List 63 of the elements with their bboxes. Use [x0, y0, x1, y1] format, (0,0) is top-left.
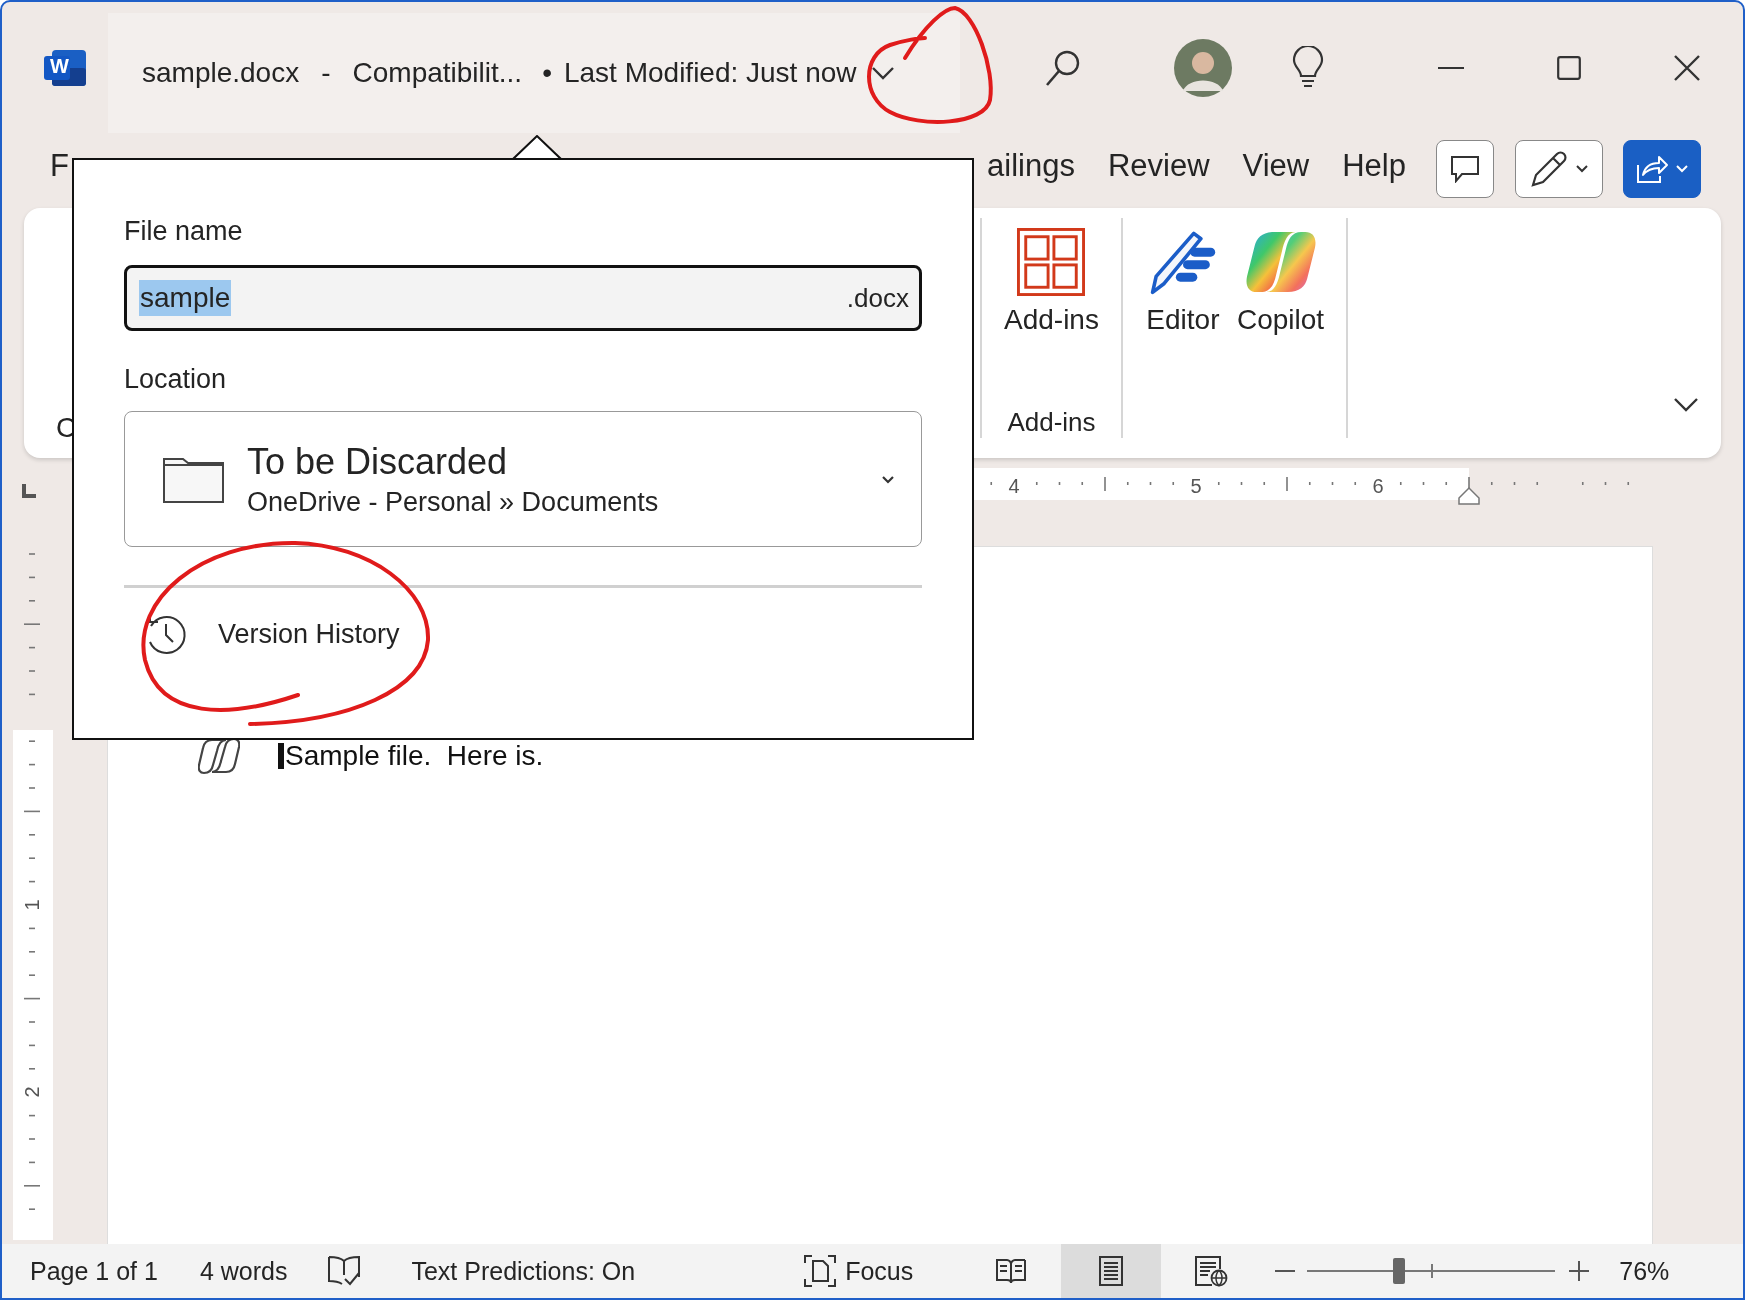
print-view-button[interactable] — [1061, 1244, 1162, 1298]
ribbon-command[interactable]: Editor — [1144, 218, 1221, 336]
indent-marker[interactable] — [1458, 486, 1480, 505]
field-label: File name — [124, 216, 244, 247]
maximize-icon[interactable] — [1557, 55, 1581, 80]
ruler-number: 1 — [21, 899, 43, 911]
pencil-icon — [1529, 149, 1569, 189]
book-icon — [995, 1257, 1028, 1285]
zoom-in-icon[interactable] — [1569, 1261, 1590, 1281]
title-separator: - — [321, 56, 331, 89]
grid-icon — [1016, 228, 1087, 296]
document-text: Sample file. Here is. — [285, 740, 544, 772]
field-label: Location — [124, 364, 228, 395]
focus-button[interactable]: Focus — [803, 1254, 914, 1288]
ribbon-tab[interactable]: F — [50, 147, 69, 191]
slider-thumb[interactable] — [1393, 1258, 1405, 1284]
location-dropdown[interactable]: To be Discarded OneDrive - Personal » Documents — [124, 411, 922, 547]
version-history-button[interactable]: Version History — [124, 612, 400, 656]
chevron-down-icon — [881, 474, 895, 484]
last-modified: Last Modified: Just now — [563, 56, 857, 89]
title-bullet: • — [542, 56, 552, 89]
page-count[interactable]: Page 1 of 1 — [30, 1256, 158, 1286]
word-count[interactable]: 4 words — [199, 1256, 288, 1286]
chevron-down-icon[interactable] — [870, 65, 895, 80]
ribbon-tab[interactable]: ailings — [987, 147, 1075, 191]
close-icon[interactable] — [1674, 54, 1700, 81]
ruler-number: 6 — [1372, 475, 1384, 497]
word-logo-icon — [42, 47, 88, 88]
avatar-icon[interactable] — [1174, 38, 1232, 97]
zoom-slider[interactable] — [1307, 1256, 1556, 1286]
ribbon-group-label: Add-ins — [1007, 407, 1096, 438]
file-title: sample.docx — [142, 56, 300, 89]
text-cursor — [278, 743, 284, 769]
zoom-level[interactable]: 76% — [1619, 1256, 1670, 1286]
title-box[interactable]: sample.docx - Compatibilit... • Last Modified: Just now — [108, 12, 960, 133]
ruler-number: 2 — [21, 1086, 43, 1098]
share-button[interactable] — [1623, 140, 1701, 198]
file-name-field[interactable]: sample .docx — [124, 265, 922, 331]
caret-icon — [1675, 164, 1689, 174]
zoom-out-icon[interactable] — [1275, 1269, 1296, 1273]
text-predictions-status[interactable]: Text Predictions: On — [411, 1256, 636, 1286]
minimize-icon[interactable] — [1438, 65, 1464, 70]
ribbon-command[interactable]: Add-ins — [1004, 218, 1099, 336]
caret-icon — [1575, 164, 1589, 174]
book-check-icon[interactable] — [327, 1255, 362, 1287]
comment-icon — [1450, 155, 1480, 183]
comments-button[interactable] — [1436, 140, 1494, 198]
compatibility-mode: Compatibilit... — [352, 56, 523, 89]
ribbon-command[interactable]: Copilot — [1236, 218, 1325, 336]
lightbulb-icon[interactable] — [1292, 45, 1324, 90]
web-page-icon — [1194, 1255, 1229, 1287]
tab-stop-icon[interactable] — [21, 484, 36, 498]
ribbon-tab[interactable]: View — [1242, 147, 1310, 191]
editing-button[interactable] — [1515, 140, 1603, 198]
word-logo-letter: W — [50, 55, 69, 78]
ribbon-tab[interactable]: Help — [1342, 147, 1406, 191]
chevron-down-icon[interactable] — [1673, 397, 1699, 413]
ruler-number: 5 — [1190, 475, 1202, 497]
page-icon — [1098, 1255, 1125, 1287]
ribbon-tab[interactable]: Review — [1107, 147, 1210, 191]
focus-icon — [803, 1254, 838, 1288]
ruler-number: 4 — [1008, 475, 1020, 497]
share-icon — [1635, 153, 1669, 185]
